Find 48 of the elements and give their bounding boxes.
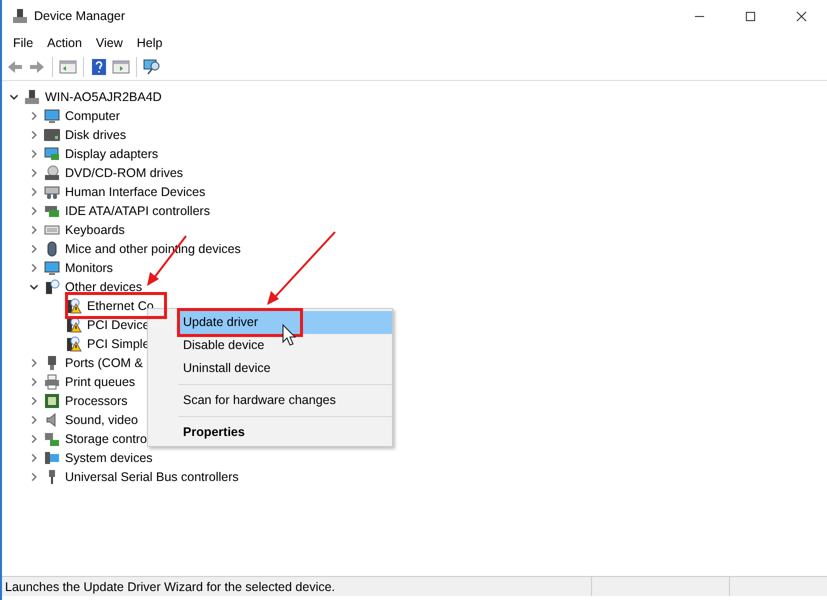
tree-item[interactable]: DVD/CD-ROM drives (64, 164, 184, 180)
tree-item[interactable]: Universal Serial Bus controllers (64, 468, 240, 484)
app-icon (12, 8, 28, 24)
computer-icon (44, 450, 60, 466)
tree-item[interactable]: Storage contro (64, 430, 148, 446)
menu-item[interactable]: Action (40, 34, 89, 52)
tree-item[interactable]: Computer (64, 108, 121, 124)
console-tree-icon[interactable] (59, 58, 77, 76)
window-title: Device Manager (34, 9, 126, 23)
context-menu-item[interactable]: Properties (178, 421, 392, 444)
computer-tower-icon (24, 88, 40, 104)
tree-item[interactable]: Ports (COM & (64, 354, 144, 370)
mouse-cursor-icon (282, 324, 296, 346)
tree-item[interactable]: Disk drives (64, 126, 128, 142)
tree-item[interactable]: WIN-AO5AJR2BA4D (44, 88, 163, 104)
status-text: Launches the Update Driver Wizard for the selected device. (4, 580, 336, 594)
monitor-icon (44, 260, 60, 276)
forward-arrow-icon[interactable] (28, 58, 46, 76)
tree-item[interactable]: Print queues (64, 374, 136, 390)
tree-item[interactable]: Processors (64, 392, 129, 408)
context-menu-item[interactable]: Update driver (178, 311, 392, 334)
disc-drive-icon (44, 164, 60, 180)
monitor-icon (44, 108, 60, 124)
tree-item[interactable]: System devices (64, 450, 154, 466)
help-icon[interactable] (90, 58, 108, 76)
tree-item[interactable]: Keyboards (64, 222, 126, 238)
menu-item[interactable]: View (88, 34, 130, 52)
storage-icon (44, 430, 60, 446)
tree-item[interactable]: IDE ATA/ATAPI controllers (64, 202, 211, 218)
context-menu-item[interactable]: Disable device (178, 334, 392, 357)
unknown-device-icon (44, 278, 60, 294)
tree-item[interactable]: Human Interface Devices (64, 184, 206, 200)
tree-item[interactable]: Sound, video (64, 412, 139, 428)
menu-item[interactable]: File (6, 34, 40, 52)
printer-icon (44, 374, 60, 390)
tree-item[interactable]: Monitors (64, 260, 114, 276)
action-pane-icon[interactable] (112, 58, 130, 76)
context-menu-item[interactable]: Scan for hardware changes (178, 389, 392, 412)
chip-icon (44, 392, 60, 408)
tree-item[interactable]: Other devices (64, 278, 144, 294)
menu-item[interactable]: Help (130, 34, 170, 52)
monitor-search-icon[interactable] (143, 58, 161, 76)
drive-icon (44, 126, 60, 142)
display-card-icon (44, 146, 60, 162)
context-menu-item[interactable]: Uninstall device (178, 357, 392, 380)
tree-item[interactable]: Display adapters (64, 146, 160, 162)
keyboard-mouse-icon (44, 184, 60, 200)
back-arrow-icon[interactable] (6, 58, 24, 76)
